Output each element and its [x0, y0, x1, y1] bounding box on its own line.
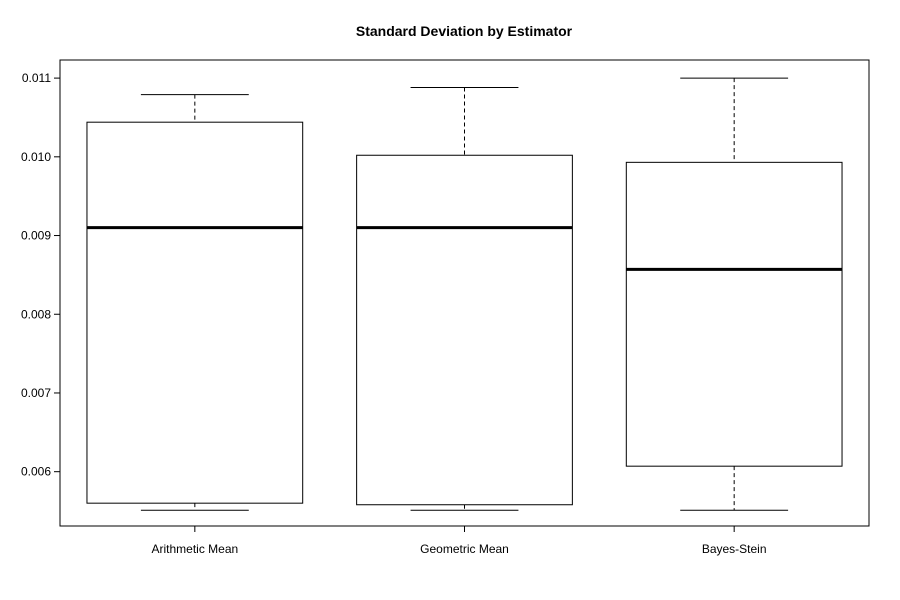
- boxplot-chart: Standard Deviation by Estimator 0.0060.0…: [21, 23, 870, 556]
- y-tick-label: 0.007: [21, 386, 51, 400]
- box-1: [356, 87, 573, 511]
- x-tick-label: Arithmetic Mean: [151, 542, 238, 556]
- y-tick-label: 0.010: [21, 150, 51, 164]
- x-tick-label: Bayes-Stein: [702, 542, 767, 556]
- box-rect: [86, 121, 304, 504]
- box-rect: [625, 161, 843, 467]
- x-tick-label: Geometric Mean: [420, 542, 509, 556]
- y-tick-label: 0.009: [21, 229, 51, 243]
- y-tick-label: 0.008: [21, 307, 51, 321]
- x-axis: Arithmetic Mean Geometric Mean Bayes-Stein: [151, 525, 767, 556]
- y-tick-label: 0.006: [21, 465, 51, 479]
- boxes-group: [86, 77, 843, 511]
- box-0: [86, 94, 304, 511]
- chart-title: Standard Deviation by Estimator: [356, 23, 573, 39]
- box-rect: [356, 154, 573, 506]
- y-axis: 0.006 0.007 0.008 0.009 0.010 0.011: [21, 71, 61, 479]
- box-2: [625, 77, 843, 511]
- y-tick-label: 0.011: [22, 71, 51, 85]
